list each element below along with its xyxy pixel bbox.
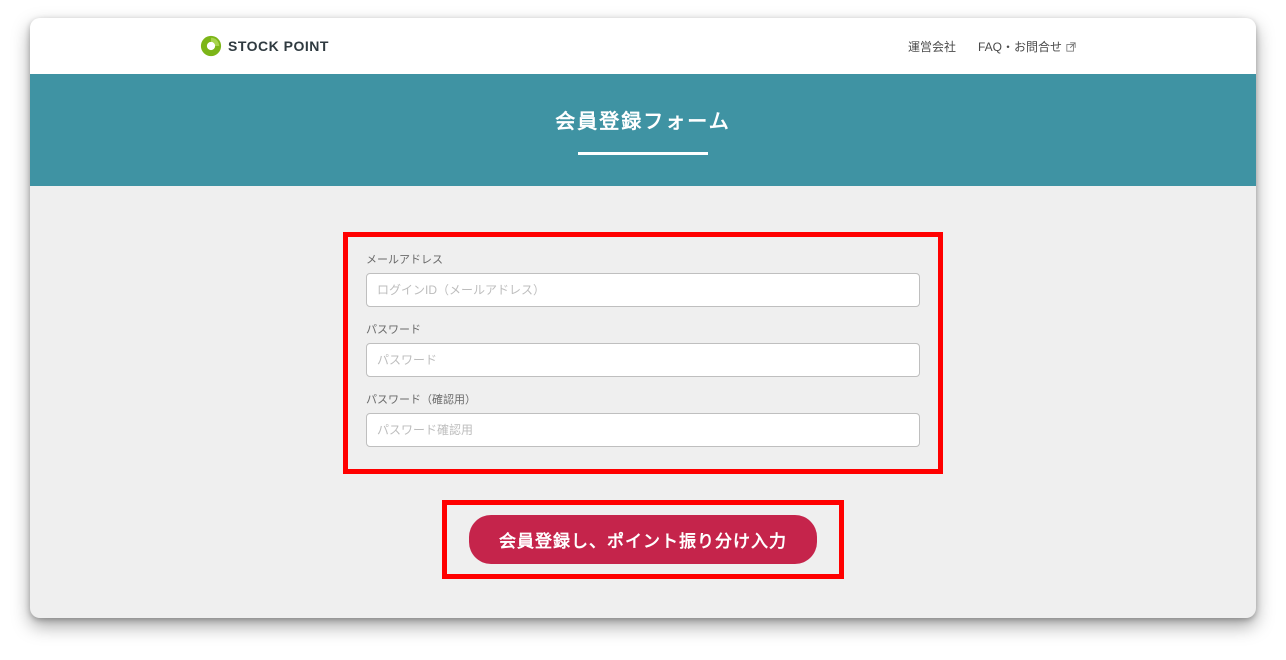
title-underline (578, 152, 708, 155)
logo-text: STOCK POINT (228, 38, 329, 54)
password-confirm-label: パスワード（確認用） (366, 391, 920, 407)
nav-links: 運営会社 FAQ・お問合せ (908, 38, 1076, 55)
submit-highlight: 会員登録し、ポイント振り分け入力 (442, 500, 844, 579)
password-confirm-field-group: パスワード（確認用） (366, 391, 920, 447)
nav-faq-link[interactable]: FAQ・お問合せ (978, 38, 1076, 55)
email-input[interactable] (366, 273, 920, 307)
nav-faq-label: FAQ・お問合せ (978, 38, 1062, 55)
page-title: 会員登録フォーム (555, 105, 730, 134)
password-label: パスワード (366, 321, 920, 337)
registration-form-highlight: メールアドレス パスワード パスワード（確認用） (343, 232, 943, 474)
email-field-group: メールアドレス (366, 251, 920, 307)
page-banner: 会員登録フォーム (30, 74, 1256, 186)
password-field-group: パスワード (366, 321, 920, 377)
nav-company-label: 運営会社 (908, 38, 956, 55)
nav-company-link[interactable]: 運営会社 (908, 38, 956, 55)
password-confirm-input[interactable] (366, 413, 920, 447)
app-frame: STOCK POINT 運営会社 FAQ・お問合せ 会員登録フォーム (30, 18, 1256, 618)
content-area: メールアドレス パスワード パスワード（確認用） 会員登録し、ポイント振り分け入… (30, 186, 1256, 579)
external-link-icon (1066, 41, 1076, 51)
register-submit-button[interactable]: 会員登録し、ポイント振り分け入力 (469, 515, 817, 564)
email-label: メールアドレス (366, 251, 920, 267)
topbar: STOCK POINT 運営会社 FAQ・お問合せ (30, 18, 1256, 74)
password-input[interactable] (366, 343, 920, 377)
logo-icon (200, 35, 222, 57)
logo[interactable]: STOCK POINT (200, 35, 329, 57)
